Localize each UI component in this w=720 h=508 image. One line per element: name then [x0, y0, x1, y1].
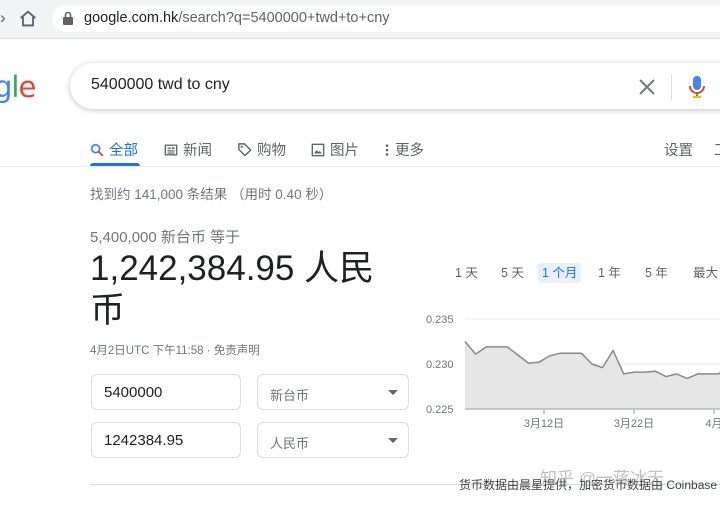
from-currency-label: 新台币	[270, 388, 310, 403]
tag-icon	[238, 143, 252, 157]
to-amount-field[interactable]	[91, 422, 241, 458]
logo-letter-g: g	[0, 70, 12, 104]
to-currency-select[interactable]: 人民币	[257, 422, 409, 458]
tab-images-label: 图片	[330, 143, 359, 159]
tab-shopping-label: 购物	[257, 143, 286, 159]
tab-shopping[interactable]: 购物	[237, 139, 286, 160]
lock-icon	[63, 11, 73, 25]
rate-area	[465, 341, 720, 409]
conversion-result-line1: 1,242,384.95 人民	[90, 249, 375, 288]
tab-images[interactable]: 图片	[311, 139, 359, 160]
x-tick-label: 3月12日	[524, 418, 564, 430]
home-icon[interactable]	[17, 8, 39, 30]
y-tick-label: 0.235	[426, 314, 454, 326]
conversion-result: 1,242,384.95 人民币	[90, 248, 410, 332]
range-1-year[interactable]: 1 年	[594, 263, 625, 283]
conversion-from-line: 5,400,000 新台币 等于	[90, 229, 241, 246]
more-vert-icon	[385, 143, 389, 156]
from-amount-input[interactable]	[92, 375, 240, 409]
dropdown-caret-icon	[388, 438, 398, 443]
logo-letter-e: e	[18, 70, 36, 104]
search-input[interactable]	[91, 76, 571, 94]
conversion-result-line2: 币	[90, 291, 126, 330]
forward-arrow-icon[interactable]: ›	[0, 8, 6, 28]
y-tick-label: 0.230	[426, 359, 454, 371]
range-1-month[interactable]: 1 个月	[538, 263, 582, 283]
result-stats: 找到约 141,000 条结果 （用时 0.40 秒）	[90, 187, 333, 202]
tab-more-label: 更多	[395, 143, 424, 159]
to-amount-input[interactable]	[92, 423, 240, 457]
from-amount-field[interactable]	[91, 374, 241, 410]
range-5-days[interactable]: 5 天	[497, 263, 528, 283]
url-host: google.com.hk	[84, 10, 179, 26]
y-tick-label: 0.225	[426, 404, 454, 416]
search-divider	[671, 74, 672, 100]
search-icon	[90, 143, 104, 156]
google-logo[interactable]: gle	[0, 70, 36, 104]
from-currency-select[interactable]: 新台币	[257, 374, 409, 410]
clear-icon[interactable]	[636, 76, 658, 98]
tab-all[interactable]: 全部	[90, 139, 138, 160]
exchange-rate-chart[interactable]: 0.235 0.230 0.225 3月12日 3月22日 4月	[420, 300, 720, 440]
image-icon	[311, 143, 325, 156]
header-divider	[0, 166, 720, 167]
zhihu-watermark: 知乎 @一蒋冰天	[540, 469, 664, 488]
range-5-years[interactable]: 5 年	[641, 263, 672, 283]
tab-more[interactable]: 更多	[384, 139, 424, 160]
x-tick-label: 4月	[705, 418, 720, 430]
dropdown-caret-icon	[388, 390, 398, 395]
tab-news[interactable]: 新闻	[164, 139, 212, 160]
tab-all-label: 全部	[109, 143, 138, 159]
microphone-icon[interactable]	[686, 74, 708, 100]
tab-news-label: 新闻	[183, 143, 212, 159]
range-1-day[interactable]: 1 天	[451, 263, 482, 283]
x-tick-label: 3月22日	[614, 418, 654, 430]
url-path: /search?q=5400000+twd+to+cny	[178, 10, 390, 26]
range-max[interactable]: 最大	[689, 263, 720, 283]
url-text[interactable]: google.com.hk/search?q=5400000+twd+to+cn…	[84, 10, 390, 26]
news-icon	[164, 144, 178, 155]
settings-link[interactable]: 设置	[664, 139, 693, 160]
conversion-timestamp[interactable]: 4月2日UTC 下午11:58 · 免责声明	[90, 342, 260, 358]
tools-link[interactable]: 工	[714, 139, 720, 160]
to-currency-label: 人民币	[270, 436, 310, 451]
